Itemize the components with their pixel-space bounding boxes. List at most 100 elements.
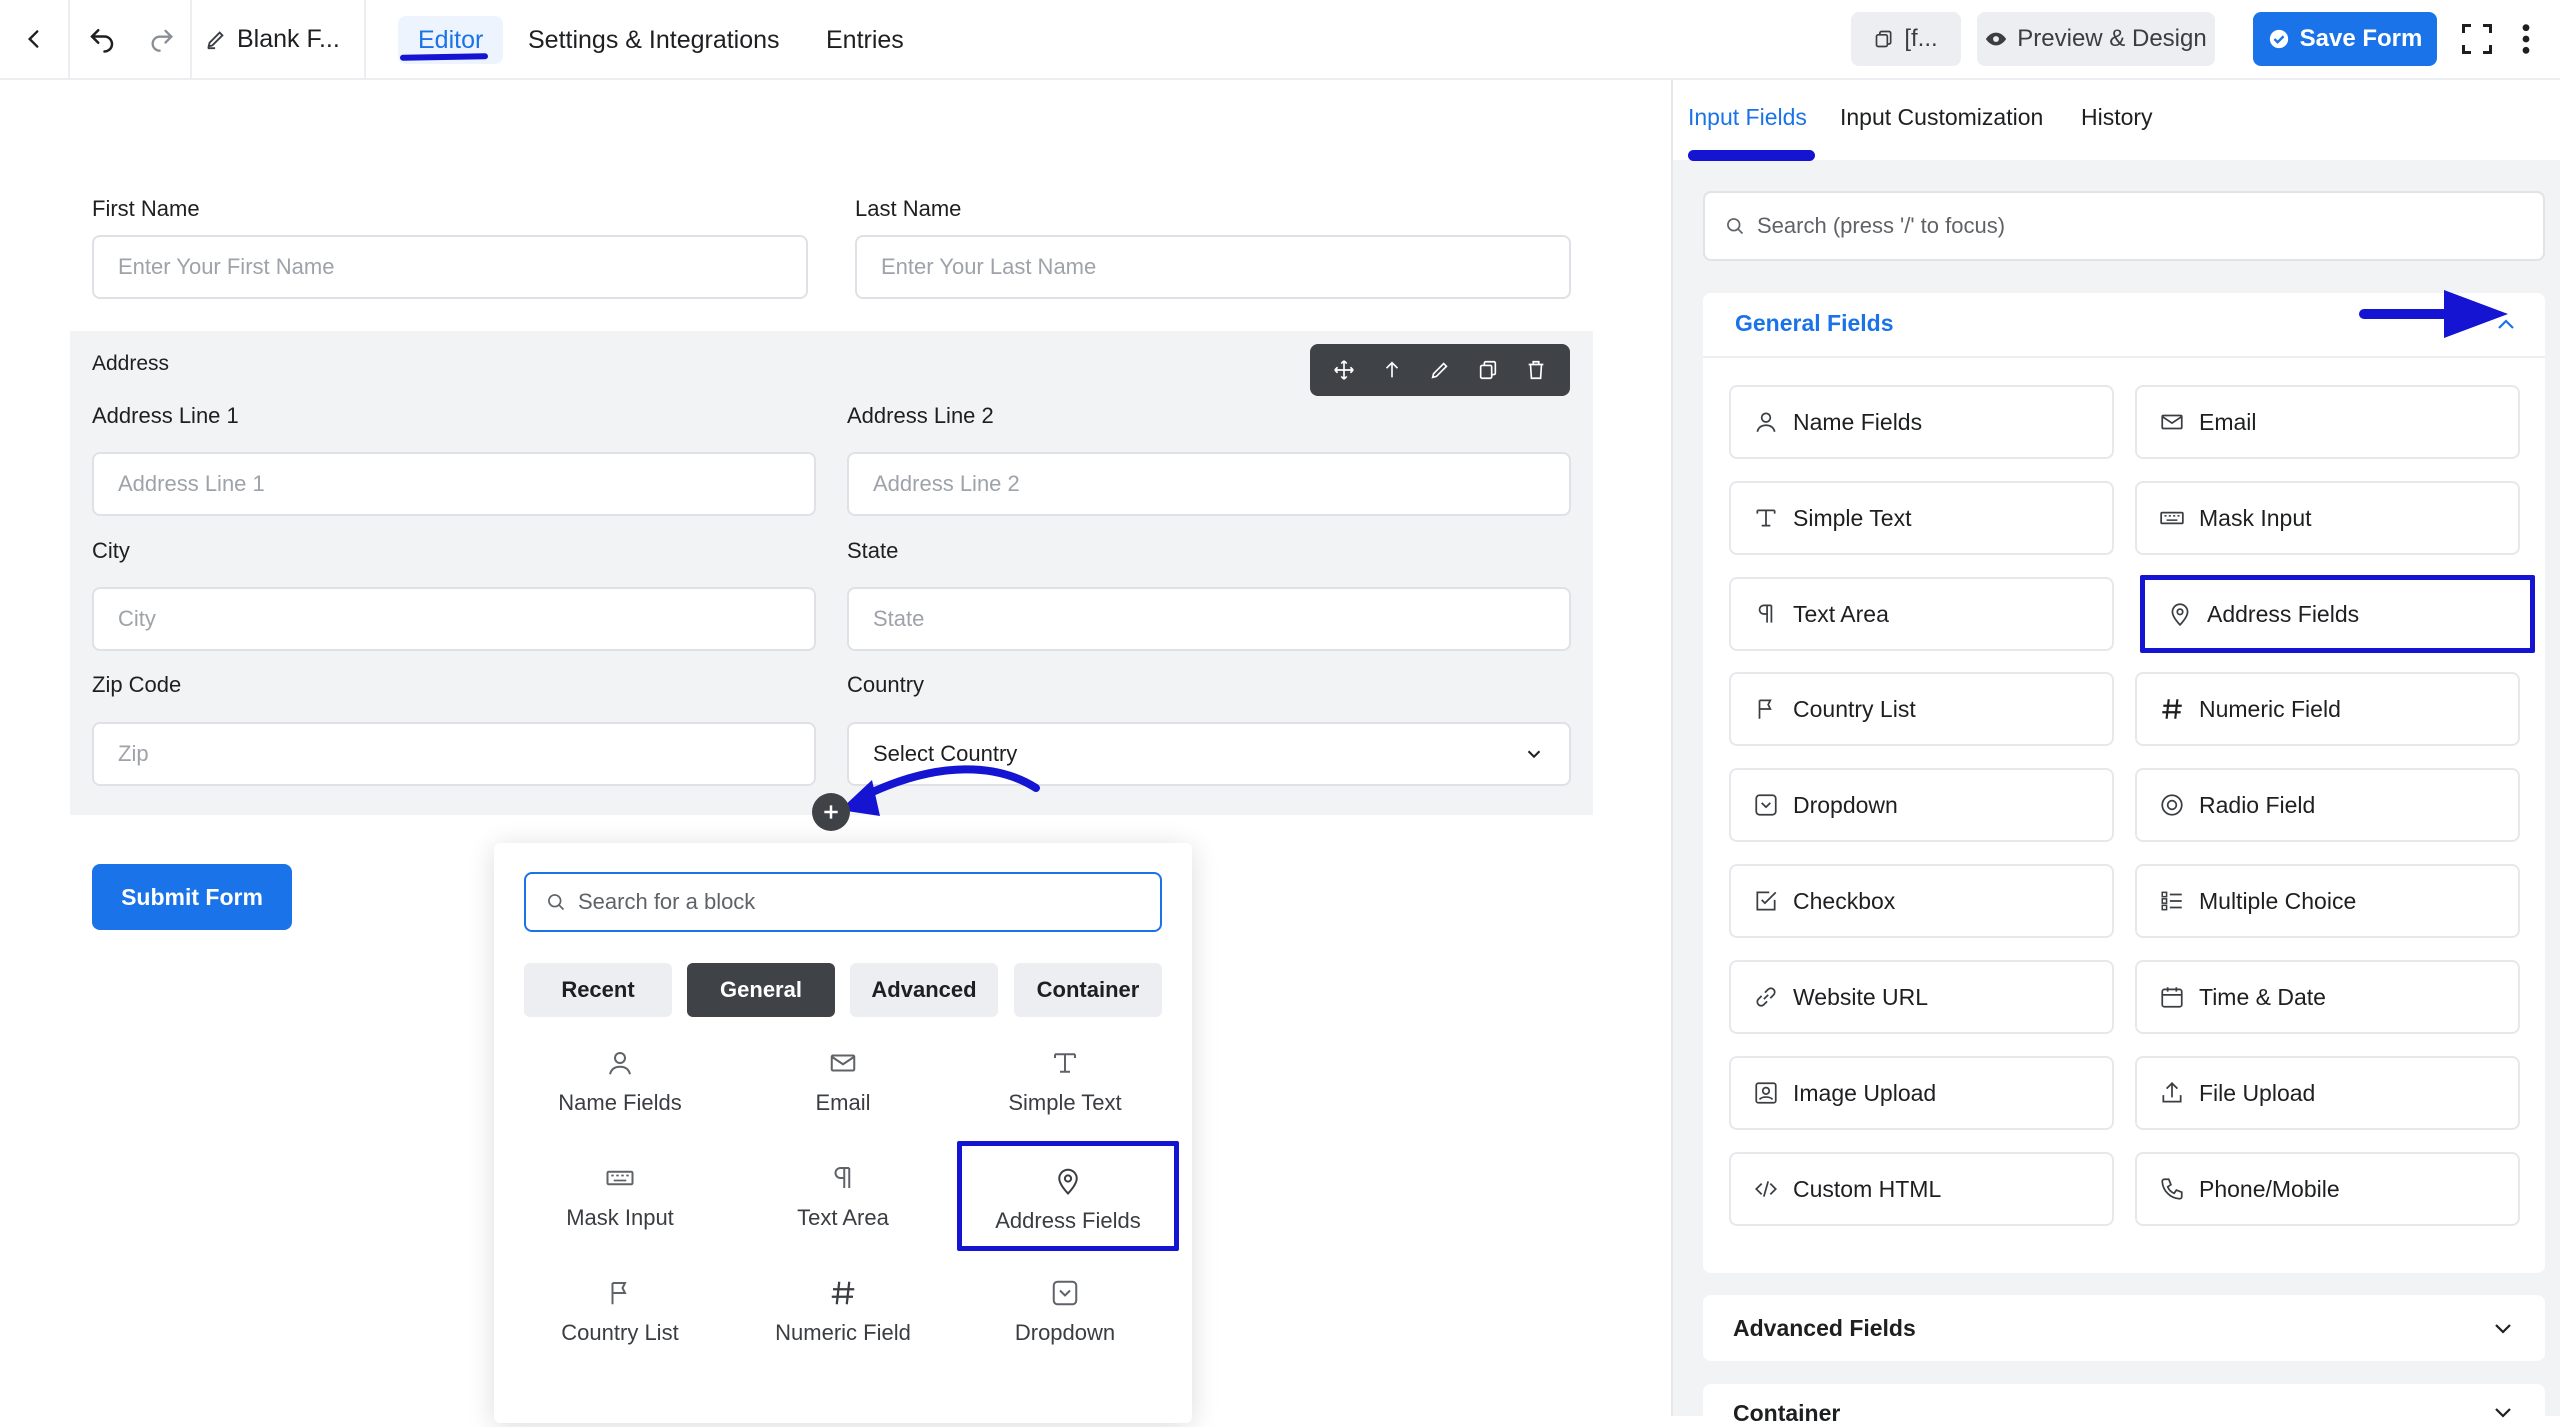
text-cursor-icon: [1054, 1053, 1076, 1073]
edit-icon[interactable]: [1429, 359, 1451, 381]
field-label: Custom HTML: [1793, 1175, 1942, 1202]
field-checkbox[interactable]: Checkbox: [1729, 864, 2114, 938]
block-search-placeholder: Search for a block: [578, 889, 756, 914]
field-image-upload[interactable]: Image Upload: [1729, 1056, 2114, 1130]
duplicate-icon[interactable]: [1477, 359, 1499, 381]
field-mask-input[interactable]: Mask Input: [2135, 481, 2520, 555]
field-dropdown[interactable]: Dropdown: [1729, 768, 2114, 842]
field-radio-field[interactable]: Radio Field: [2135, 768, 2520, 842]
keyboard-icon: [606, 1170, 634, 1186]
last-name-input[interactable]: Enter Your Last Name: [855, 235, 1571, 299]
eye-icon: [1986, 32, 2007, 46]
shortcode-label: [f...: [1904, 25, 1938, 52]
field-numeric-field[interactable]: Numeric Field: [2135, 672, 2520, 746]
preview-design-button[interactable]: Preview & Design: [1977, 12, 2215, 66]
block-search-input[interactable]: Search for a block: [524, 872, 1162, 932]
save-form-button[interactable]: Save Form: [2253, 12, 2437, 66]
field-label: Time & Date: [2199, 983, 2326, 1010]
tab-settings[interactable]: Settings & Integrations: [508, 16, 800, 64]
inserter-item-label: Dropdown: [1014, 1320, 1116, 1345]
state-input[interactable]: State: [847, 587, 1571, 651]
first-name-input[interactable]: Enter Your First Name: [92, 235, 808, 299]
user-icon: [1756, 412, 1776, 433]
field-custom-html[interactable]: Custom HTML: [1729, 1152, 2114, 1226]
inserter-item-label: Text Area: [797, 1205, 889, 1230]
general-fields-title[interactable]: General Fields: [1735, 310, 1894, 337]
field-multiple-choice[interactable]: Multiple Choice: [2135, 864, 2520, 938]
fullscreen-button[interactable]: [2452, 0, 2502, 78]
inserter-tab-recent[interactable]: Recent: [524, 963, 672, 1017]
field-search-placeholder: Search (press '/' to focus): [1757, 213, 2006, 238]
inserter-item-dropdown[interactable]: Dropdown: [962, 1266, 1168, 1372]
field-label: Numeric Field: [2199, 695, 2341, 722]
back-button[interactable]: [0, 0, 68, 78]
advanced-fields-section[interactable]: Advanced Fields: [1703, 1295, 2545, 1361]
field-address-fields[interactable]: Address Fields: [2140, 575, 2535, 653]
inserter-tab-container[interactable]: Container: [1014, 963, 1162, 1017]
more-menu-button[interactable]: [2506, 0, 2546, 78]
address-title: Address: [92, 352, 170, 375]
country-label: Country: [847, 672, 925, 697]
field-phone-mobile[interactable]: Phone/Mobile: [2135, 1152, 2520, 1226]
container-section[interactable]: Container: [1703, 1384, 2545, 1426]
more-vertical-icon: [2522, 24, 2530, 54]
preview-label: Preview & Design: [2017, 25, 2207, 52]
field-label: Address Fields: [2207, 600, 2360, 627]
arrow-up-icon[interactable]: [1381, 359, 1403, 381]
hash-icon: [2162, 699, 2182, 719]
search-icon: [1727, 218, 1744, 235]
field-website-url[interactable]: Website URL: [1729, 960, 2114, 1034]
inserter-item-mask-input[interactable]: Mask Input: [517, 1151, 723, 1257]
inserter-item-label: Numeric Field: [775, 1320, 911, 1345]
move-icon[interactable]: [1333, 359, 1355, 381]
inserter-item-country-list[interactable]: Country List: [517, 1266, 723, 1372]
checkbox-icon: [1756, 891, 1777, 911]
field-file-upload[interactable]: File Upload: [2135, 1056, 2520, 1130]
field-email[interactable]: Email: [2135, 385, 2520, 459]
inserter-item-label: Country List: [561, 1320, 679, 1345]
city-input[interactable]: City: [92, 587, 816, 651]
field-simple-text[interactable]: Simple Text: [1729, 481, 2114, 555]
field-text-area[interactable]: Text Area: [1729, 577, 2114, 651]
field-label: Multiple Choice: [2199, 887, 2357, 914]
field-name-fields[interactable]: Name Fields: [1729, 385, 2114, 459]
field-label: Image Upload: [1793, 1079, 1937, 1106]
inserter-tab-general[interactable]: General: [687, 963, 835, 1017]
tab-entries[interactable]: Entries: [806, 16, 924, 64]
tab-history[interactable]: History: [2081, 104, 2153, 136]
inserter-item-name-fields[interactable]: Name Fields: [517, 1036, 723, 1142]
inserter-item-address-fields[interactable]: Address Fields: [957, 1141, 1179, 1251]
tab-input-fields[interactable]: Input Fields: [1688, 104, 1807, 136]
redo-button[interactable]: [134, 0, 190, 78]
add-block-button[interactable]: [812, 793, 850, 831]
block-toolbar: [1310, 344, 1570, 396]
address-line2-input[interactable]: Address Line 2: [847, 452, 1571, 516]
form-title-text: Blank F...: [237, 24, 340, 53]
field-country-list[interactable]: Country List: [1729, 672, 2114, 746]
address-line2-label: Address Line 2: [847, 403, 994, 428]
dropdown-icon: [1755, 794, 1777, 816]
field-time-date[interactable]: Time & Date: [2135, 960, 2520, 1034]
shortcode-button[interactable]: [f...: [1851, 12, 1961, 66]
field-search-input[interactable]: Search (press '/' to focus): [1703, 191, 2545, 261]
submit-form-button[interactable]: Submit Form: [92, 864, 292, 930]
inserter-item-label: Address Fields: [995, 1208, 1141, 1233]
inserter-item-text-area[interactable]: Text Area: [740, 1151, 946, 1257]
inserter-tab-advanced[interactable]: Advanced: [850, 963, 998, 1017]
trash-icon[interactable]: [1525, 359, 1547, 381]
code-icon: [1755, 1181, 1777, 1197]
tab-input-customization[interactable]: Input Customization: [1840, 104, 2043, 136]
redo-icon: [151, 29, 173, 52]
flag-icon: [611, 1282, 627, 1305]
copy-icon: [1875, 30, 1892, 48]
form-title[interactable]: Blank F...: [205, 0, 355, 78]
undo-button[interactable]: [70, 0, 134, 78]
inserter-item-numeric-field[interactable]: Numeric Field: [740, 1266, 946, 1372]
zip-input[interactable]: Zip: [92, 722, 816, 786]
text-cursor-icon: [1756, 509, 1776, 527]
address-line1-input[interactable]: Address Line 1: [92, 452, 816, 516]
field-label: Checkbox: [1793, 887, 1896, 914]
inserter-item-email[interactable]: Email: [740, 1036, 946, 1142]
chevron-up-icon[interactable]: [2494, 312, 2518, 336]
inserter-item-simple-text[interactable]: Simple Text: [962, 1036, 1168, 1142]
